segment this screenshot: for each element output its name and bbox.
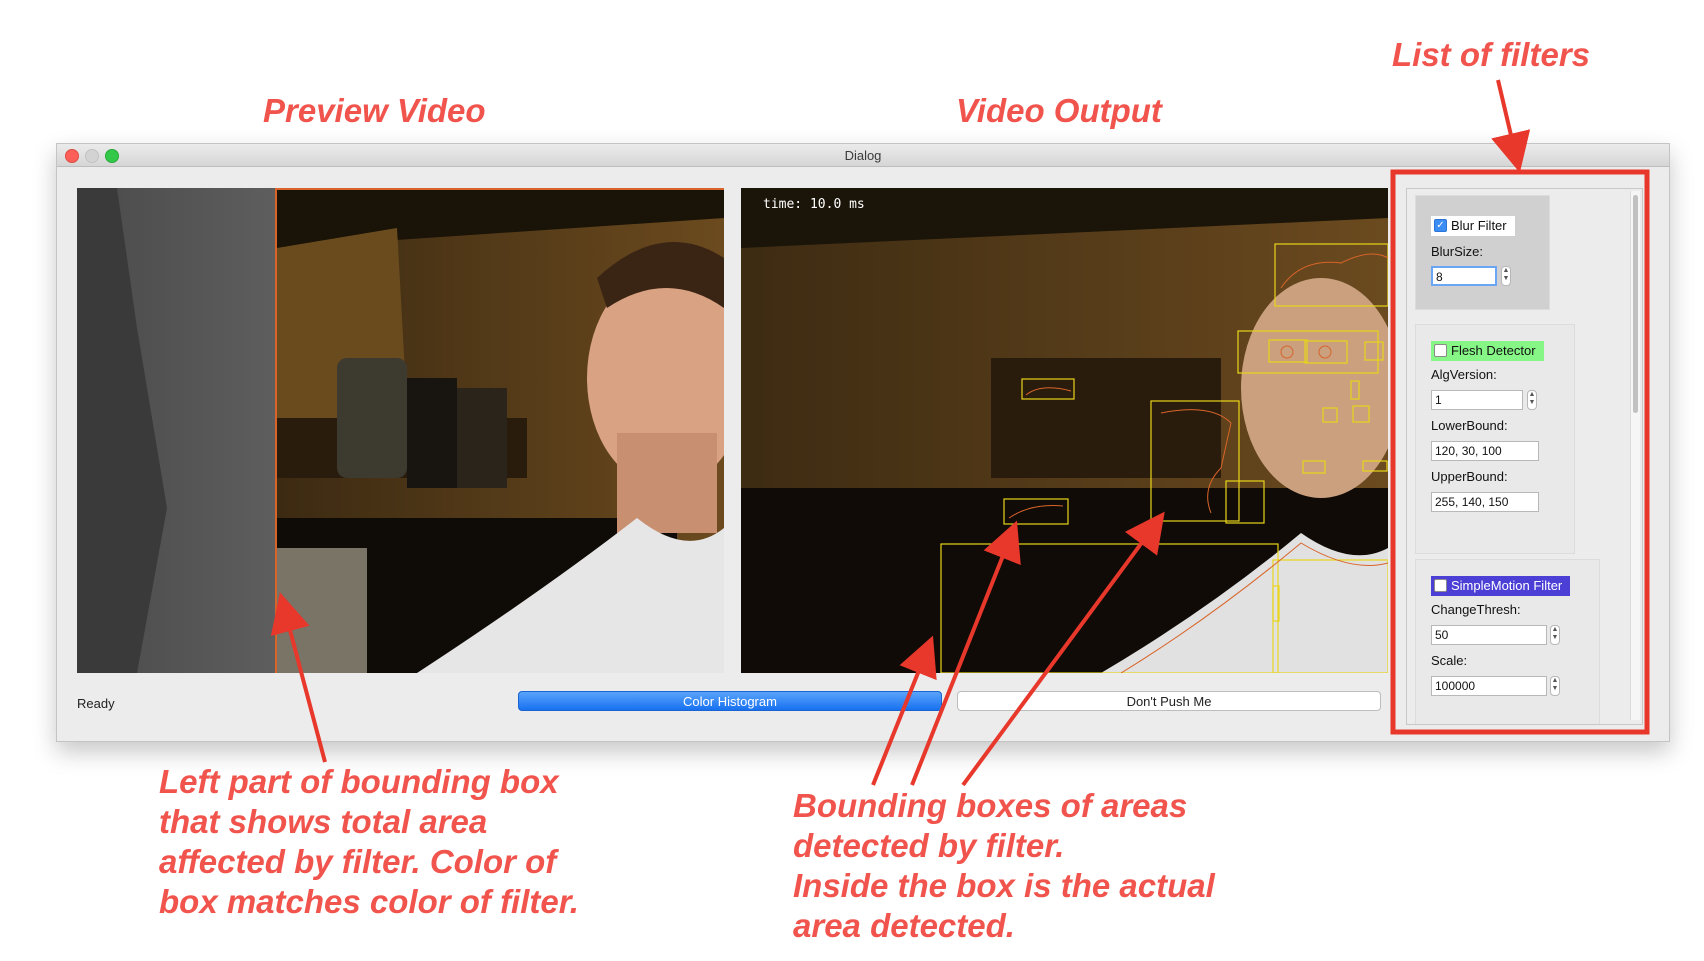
left-caption-line-4: box matches color of filter.	[159, 883, 579, 920]
right-caption-line-2: detected by filter.	[793, 827, 1065, 864]
filter-list-highlight-frame	[1390, 169, 1650, 735]
right-caption-line-1: Bounding boxes of areas	[793, 787, 1188, 824]
left-caption-line-2: that shows total area	[159, 803, 488, 840]
arrow-to-large-box	[961, 511, 1165, 787]
arrow-to-preview-bbox	[270, 592, 327, 763]
left-caption-line-1: Left part of bounding box	[159, 763, 559, 800]
right-caption-line-4: area detected.	[793, 907, 1015, 944]
right-caption-line-3: Inside the box is the actual	[793, 867, 1215, 904]
right-caption: Bounding boxes of areas detected by filt…	[793, 786, 1215, 946]
arrow-to-small-box	[910, 520, 1021, 786]
left-caption: Left part of bounding box that shows tot…	[159, 762, 579, 922]
arrow-to-filter-list	[1491, 79, 1531, 173]
left-caption-line-3: affected by filter. Color of	[159, 843, 557, 880]
